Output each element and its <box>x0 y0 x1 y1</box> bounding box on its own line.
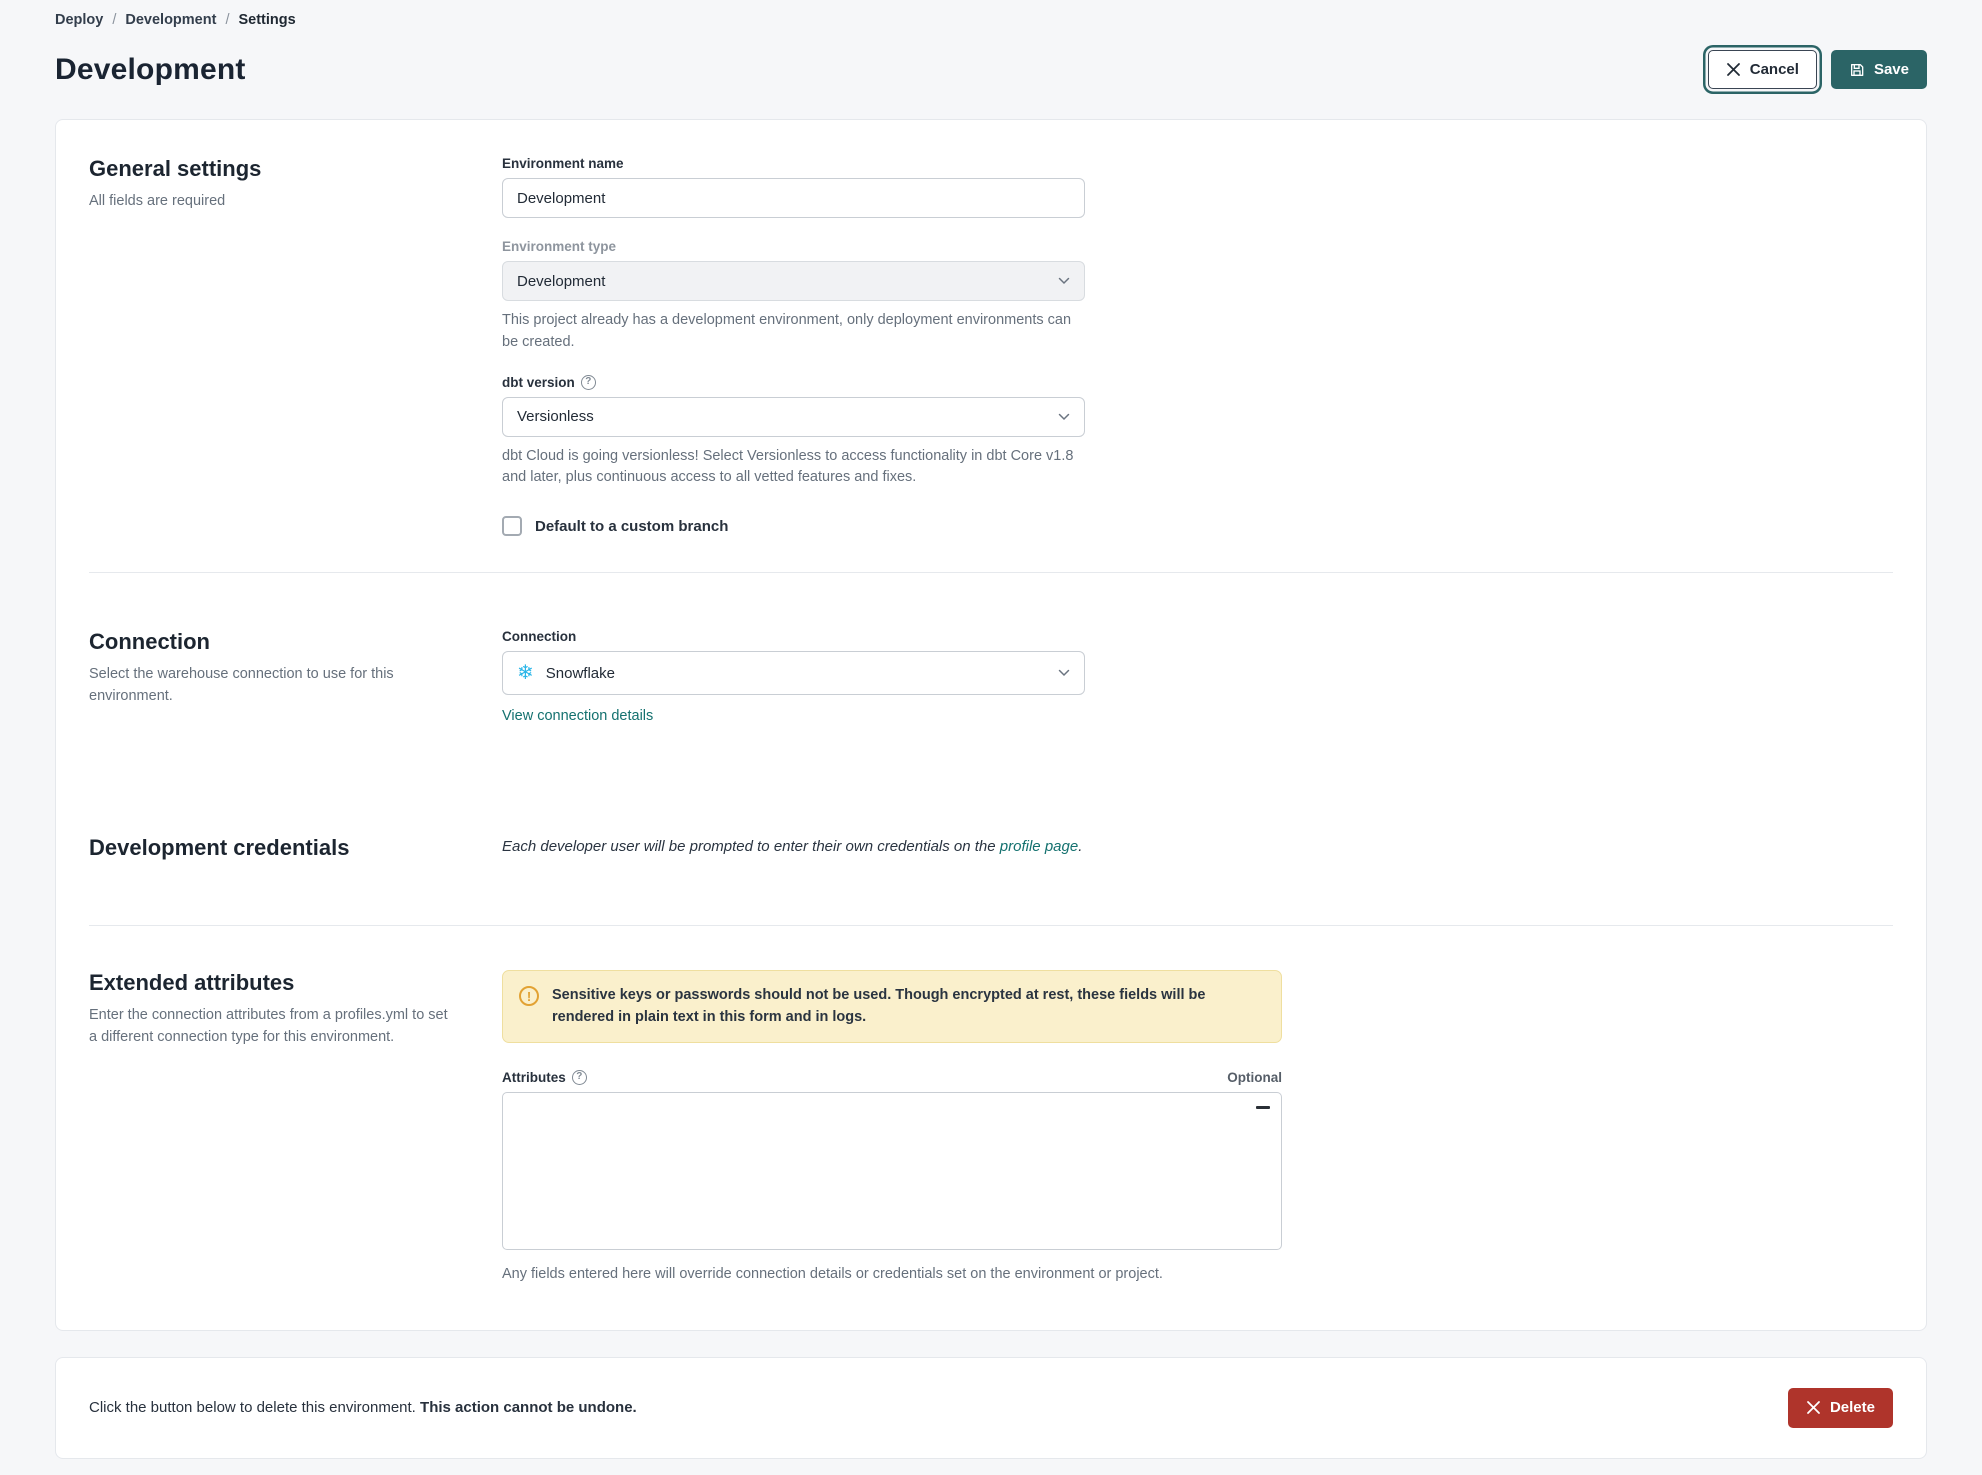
environment-type-field-group: Environment type Development This projec… <box>502 239 1893 354</box>
connection-fields: Connection ❄ Snowflake View connection d… <box>502 629 1893 725</box>
delete-text-warning: This action cannot be undone. <box>420 1399 637 1417</box>
profile-page-link[interactable]: profile page <box>1000 838 1078 855</box>
breadcrumb-separator: / <box>112 12 117 28</box>
dbt-version-select[interactable]: Versionless <box>502 396 1085 437</box>
extended-attributes-heading: Extended attributes <box>89 970 295 995</box>
sensitive-keys-warning: ! Sensitive keys or passwords should not… <box>502 970 1282 1043</box>
breadcrumb: Deploy / Development / Settings <box>55 10 1927 28</box>
custom-branch-label: Default to a custom branch <box>535 517 729 535</box>
general-settings-head: General settings All fields are required <box>89 156 502 536</box>
save-button[interactable]: Save <box>1830 50 1927 89</box>
close-icon <box>1726 62 1741 77</box>
optional-label: Optional <box>1227 1069 1282 1085</box>
general-settings-fields: Environment name Environment type Develo… <box>502 156 1893 536</box>
delete-button-label: Delete <box>1829 1399 1875 1417</box>
close-icon <box>1806 1400 1821 1415</box>
development-credentials-note: Each developer user will be prompted to … <box>502 835 1893 861</box>
chevron-down-icon <box>1058 277 1070 285</box>
extended-attributes-subheading: Enter the connection attributes from a p… <box>89 1007 448 1045</box>
connection-subheading: Select the warehouse connection to use f… <box>89 666 394 704</box>
dbt-version-label: dbt version <box>502 374 575 390</box>
collapse-fold-icon[interactable] <box>1255 1100 1270 1115</box>
connection-select[interactable]: ❄ Snowflake <box>502 651 1085 695</box>
development-credentials-heading: Development credentials <box>89 835 350 860</box>
dbt-version-field-group: dbt version ? Versionless dbt Cloud is g… <box>502 374 1893 490</box>
connection-head: Connection Select the warehouse connecti… <box>89 629 502 725</box>
dbt-version-label-row: dbt version ? <box>502 374 1893 390</box>
page-title: Development <box>55 52 246 86</box>
connection-label: Connection <box>502 629 577 644</box>
development-credentials-section: Development credentials Each developer u… <box>56 785 1926 925</box>
page-header: Development Cancel Save <box>55 50 1927 89</box>
extended-attributes-head: Extended attributes Enter the connection… <box>89 970 502 1286</box>
connection-field-group: Connection ❄ Snowflake View connection d… <box>502 629 1893 725</box>
chevron-down-icon <box>1058 413 1070 421</box>
cancel-button-label: Cancel <box>1749 61 1799 78</box>
environment-settings-page: Deploy / Development / Settings Developm… <box>0 0 1982 1475</box>
attributes-label: Attributes <box>502 1069 566 1085</box>
view-connection-details-link[interactable]: View connection details <box>502 708 653 724</box>
help-icon[interactable]: ? <box>580 374 596 390</box>
breadcrumb-deploy[interactable]: Deploy <box>55 12 103 28</box>
connection-section: Connection Select the warehouse connecti… <box>56 573 1926 785</box>
delete-environment-card: Click the button below to delete this en… <box>55 1356 1927 1459</box>
environment-name-input[interactable] <box>502 178 1085 218</box>
attributes-header-row: Attributes ? Optional <box>502 1069 1282 1085</box>
general-settings-subheading: All fields are required <box>89 193 226 209</box>
save-button-label: Save <box>1873 61 1909 78</box>
header-actions: Cancel Save <box>1707 50 1927 89</box>
settings-card: General settings All fields are required… <box>55 119 1927 1331</box>
attributes-label-row: Attributes ? <box>502 1069 587 1085</box>
development-credentials-head: Development credentials <box>89 835 502 861</box>
environment-name-label: Environment name <box>502 156 624 171</box>
delete-environment-text: Click the button below to delete this en… <box>89 1399 637 1416</box>
custom-branch-checkbox[interactable] <box>502 516 522 536</box>
environment-type-helper: This project already has a development e… <box>502 312 1072 350</box>
connection-value: Snowflake <box>545 664 615 682</box>
warning-icon: ! <box>519 986 539 1006</box>
help-icon[interactable]: ? <box>571 1069 587 1085</box>
connection-heading: Connection <box>89 629 210 654</box>
attributes-textarea[interactable] <box>502 1091 1282 1250</box>
environment-type-value: Development <box>517 272 606 290</box>
breadcrumb-separator: / <box>225 12 230 28</box>
general-settings-section: General settings All fields are required… <box>56 120 1926 572</box>
dbt-version-helper: dbt Cloud is going versionless! Select V… <box>502 447 1074 486</box>
general-settings-heading: General settings <box>89 156 262 181</box>
breadcrumb-settings: Settings <box>238 12 296 28</box>
environment-type-select: Development <box>502 261 1085 301</box>
delete-button[interactable]: Delete <box>1787 1387 1893 1428</box>
save-icon <box>1849 62 1865 78</box>
attributes-editor <box>502 1091 1282 1255</box>
environment-type-label: Environment type <box>502 239 617 254</box>
cancel-button[interactable]: Cancel <box>1707 50 1817 89</box>
warning-text: Sensitive keys or passwords should not b… <box>552 987 1206 1026</box>
delete-text: Click the button below to delete this en… <box>89 1399 421 1417</box>
extended-attributes-section: Extended attributes Enter the connection… <box>56 926 1926 1330</box>
credentials-note-suffix: . <box>1078 838 1083 855</box>
chevron-down-icon <box>1058 669 1070 677</box>
environment-name-field-group: Environment name <box>502 156 1893 218</box>
breadcrumb-development[interactable]: Development <box>125 12 216 28</box>
attributes-helper: Any fields entered here will override co… <box>502 1265 1163 1282</box>
default-custom-branch-row[interactable]: Default to a custom branch <box>502 516 1893 536</box>
credentials-note-text: Each developer user will be prompted to … <box>502 838 1000 855</box>
dbt-version-value: Versionless <box>517 408 594 425</box>
snowflake-icon: ❄ <box>517 662 534 684</box>
extended-attributes-fields: ! Sensitive keys or passwords should not… <box>502 970 1893 1286</box>
